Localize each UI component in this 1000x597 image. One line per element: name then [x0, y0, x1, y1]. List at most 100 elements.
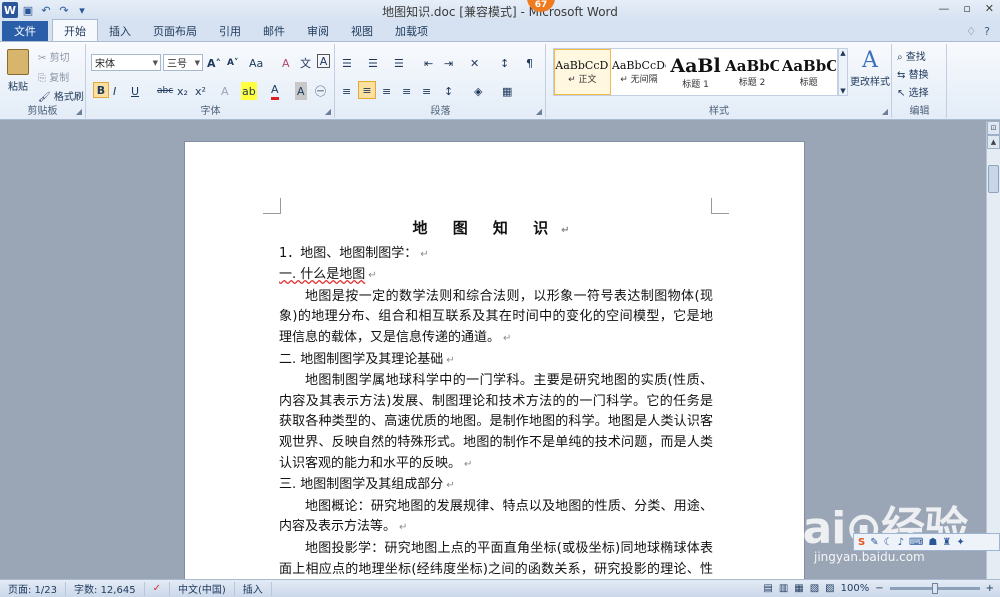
minimize-icon[interactable]: — [938, 2, 949, 15]
highlight-button[interactable]: ab [241, 82, 257, 100]
shading-button[interactable]: ◈ [474, 82, 482, 100]
keyboard-icon[interactable]: ⌨ [909, 537, 923, 548]
word-count[interactable]: 字数: 12,645 [66, 581, 145, 596]
char-border-button[interactable]: A [317, 54, 330, 68]
word-icon[interactable]: W [2, 2, 18, 18]
align-center-button[interactable]: ≡ [358, 81, 376, 99]
pinyin-button[interactable]: 文 [300, 54, 311, 72]
tab-insert[interactable]: 插入 [98, 21, 142, 41]
customize-icon[interactable]: ▾ [74, 2, 90, 18]
format-painter-button[interactable]: 🖌 格式刷 [38, 88, 84, 103]
style-heading-2[interactable]: AaBbC 标题 2 [724, 49, 781, 95]
moon-icon[interactable]: ☾ [884, 537, 893, 548]
increase-indent-button[interactable]: ⇥ [444, 54, 453, 72]
draft-icon[interactable]: ▨ [825, 583, 834, 594]
decrease-indent-button[interactable]: ⇤ [424, 54, 433, 72]
text-effect-button[interactable]: A [221, 82, 229, 100]
vertical-scrollbar[interactable]: ⊡ ▲ [986, 121, 1000, 579]
bullets-button[interactable]: ☰ [342, 54, 352, 72]
tab-page-layout[interactable]: 页面布局 [142, 21, 208, 41]
justify-button[interactable]: ≡ [402, 82, 411, 100]
strikethrough-button[interactable]: abc [157, 82, 173, 100]
font-size-select[interactable]: 三号 ▼ [163, 54, 203, 71]
mic-icon[interactable]: ♪ [898, 537, 904, 548]
tab-mailings[interactable]: 邮件 [252, 21, 296, 41]
maximize-icon[interactable]: ▫ [963, 2, 970, 15]
paste-button[interactable]: 粘贴 [4, 47, 32, 99]
zoom-slider-thumb[interactable] [931, 583, 938, 594]
style-no-spacing[interactable]: AaBbCcDc ↵ 无间隔 [611, 49, 668, 95]
font-color-button[interactable]: A [271, 82, 279, 100]
skin-icon[interactable]: ☗ [928, 537, 937, 548]
shirt-icon[interactable]: ♜ [942, 537, 951, 548]
change-styles-button[interactable]: A 更改样式 [849, 48, 891, 100]
zoom-out-icon[interactable]: − [875, 583, 883, 594]
tab-home[interactable]: 开始 [52, 19, 98, 41]
style-heading-1[interactable]: AaBl 标题 1 [667, 49, 724, 95]
replace-button[interactable]: ⇆ 替换 [897, 66, 929, 81]
tab-file[interactable]: 文件 [2, 21, 48, 41]
print-layout-icon[interactable]: ▤ [763, 583, 772, 594]
numbering-button[interactable]: ☰ [368, 54, 378, 72]
superscript-button[interactable]: x² [195, 82, 206, 100]
change-case-button[interactable]: Aa [249, 54, 263, 72]
s-icon[interactable]: S [858, 537, 865, 548]
clear-format-button[interactable]: A [282, 54, 290, 72]
full-screen-icon[interactable]: ▥ [779, 583, 788, 594]
tab-references[interactable]: 引用 [208, 21, 252, 41]
page-count[interactable]: 页面: 1/23 [0, 581, 67, 596]
grow-font-button[interactable]: A˄ [207, 54, 221, 72]
font-launcher-icon[interactable]: ◢ [325, 107, 331, 116]
insert-mode[interactable]: 插入 [235, 581, 272, 596]
tab-review[interactable]: 审阅 [296, 21, 340, 41]
align-right-button[interactable]: ≡ [382, 82, 391, 100]
italic-button[interactable]: I [113, 82, 116, 100]
tab-addins[interactable]: 加载项 [384, 21, 439, 41]
help-icon[interactable]: ? [984, 25, 990, 38]
minimize-ribbon-icon[interactable]: ♢ [966, 25, 976, 38]
paragraph-launcher-icon[interactable]: ◢ [536, 107, 542, 116]
zoom-level[interactable]: 100% [841, 583, 870, 594]
line-spacing-button[interactable]: ↕ [444, 82, 453, 100]
copy-button[interactable]: ⎘ 复制 [38, 69, 69, 84]
language-indicator[interactable]: 中文(中国) [170, 581, 235, 596]
styles-scroll[interactable]: ▲ ▼ [838, 48, 848, 96]
scroll-up-icon[interactable]: ▲ [987, 135, 1000, 149]
wrench-icon[interactable]: ✦ [956, 537, 964, 548]
font-name-select[interactable]: 宋体 ▼ [91, 54, 161, 71]
ruler-toggle-icon[interactable]: ⊡ [987, 121, 1000, 135]
clipboard-launcher-icon[interactable]: ◢ [76, 107, 82, 116]
find-button[interactable]: ⌕ 查找 [897, 48, 926, 63]
document-body[interactable]: 地 图 知 识 ↵ 1．地图、地图制图学： ↵ 一. 什么是地图 ↵ 地图是按一定的数… [279, 218, 713, 579]
multilevel-list-button[interactable]: ☰ [394, 54, 404, 72]
char-shading-button[interactable]: A [295, 82, 307, 100]
zoom-slider[interactable] [889, 583, 980, 594]
notification-badge[interactable]: 67 [527, 0, 555, 12]
scroll-thumb[interactable] [988, 165, 999, 193]
select-button[interactable]: ↖ 选择 [897, 84, 929, 99]
undo-icon[interactable]: ↶ [38, 2, 54, 18]
tab-view[interactable]: 视图 [340, 21, 384, 41]
cut-button[interactable]: ✂ 剪切 [38, 49, 70, 64]
shrink-font-button[interactable]: A˅ [227, 54, 238, 72]
redo-icon[interactable]: ↷ [56, 2, 72, 18]
outline-icon[interactable]: ▧ [810, 583, 819, 594]
document-page[interactable]: 地 图 知 识 ↵ 1．地图、地图制图学： ↵ 一. 什么是地图 ↵ 地图是按一定的数… [184, 141, 805, 579]
borders-button[interactable]: ▦ [502, 82, 512, 100]
sort-button[interactable]: ↕ [500, 54, 509, 72]
zoom-in-icon[interactable]: + [986, 583, 994, 594]
distributed-button[interactable]: ≡ [422, 82, 431, 100]
close-icon[interactable]: ✕ [985, 2, 994, 15]
style-title[interactable]: AaBbC 标题 [780, 49, 837, 95]
styles-launcher-icon[interactable]: ◢ [882, 107, 888, 116]
subscript-button[interactable]: x₂ [177, 82, 188, 100]
chinese-layout-button[interactable]: ✕ [470, 54, 479, 72]
style-normal[interactable]: AaBbCcDc ↵ 正文 [554, 49, 611, 95]
proofing-icon[interactable]: ✓ [145, 581, 170, 596]
bold-button[interactable]: B [93, 82, 109, 98]
align-left-button[interactable]: ≡ [342, 82, 351, 100]
pen-icon[interactable]: ✎ [870, 537, 878, 548]
web-layout-icon[interactable]: ▦ [794, 583, 803, 594]
show-marks-button[interactable]: ¶ [526, 54, 533, 72]
enclose-char-button[interactable]: ㊀ [315, 82, 326, 100]
